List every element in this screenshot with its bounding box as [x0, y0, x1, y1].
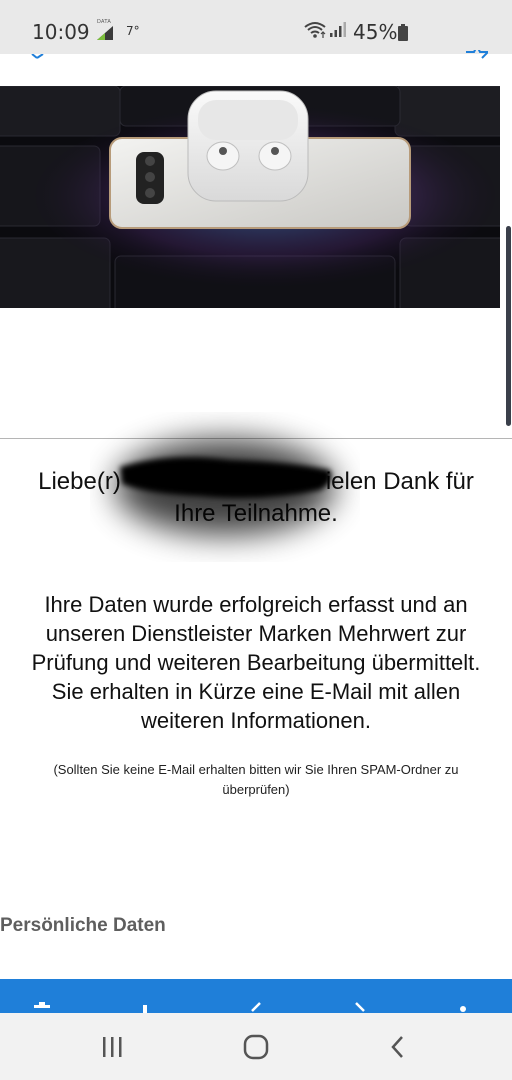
delete-icon[interactable] [30, 1001, 54, 1013]
recent-apps-button[interactable] [72, 1013, 152, 1080]
system-navigation-bar [0, 1013, 512, 1080]
earbuds-product-icon [0, 86, 500, 308]
back-chevron-icon [391, 1035, 403, 1058]
hero-image [0, 86, 500, 308]
recent-apps-icon [103, 1036, 122, 1057]
divider [0, 438, 512, 439]
status-temperature: 7° [126, 24, 140, 38]
section-title: Persönliche Daten [0, 915, 166, 936]
body-line: unseren Dienstleister Marken Mehrwert zu… [45, 621, 467, 646]
back-button[interactable] [358, 1013, 438, 1080]
app-header-partial [0, 54, 512, 86]
greeting-line-1: Liebe(r) ielen Dank für [10, 466, 502, 498]
greeting-line-2: Ihre Teilnahme. [174, 500, 338, 527]
greeting-prefix: Liebe(r) [38, 468, 121, 495]
body-line: Ihre Daten wurde erfolgreich erfasst und… [44, 592, 468, 617]
signal-icon [330, 22, 346, 37]
body-line: Sie erhalten in Kürze eine E-Mail mit al… [51, 679, 461, 704]
note-line: (Sollten Sie keine E-Mail erhalten bitte… [53, 762, 459, 777]
battery-icon [398, 24, 408, 41]
status-bar: 10:09 DATA 7° 45% [0, 0, 512, 54]
home-icon [243, 1034, 269, 1059]
thank-you-message: Liebe(r) ielen Dank für Ihre Teilnahme. [10, 466, 502, 530]
status-time: 10:09 [32, 20, 90, 44]
greeting-suffix: ielen Dank für [325, 468, 474, 495]
star-icon[interactable] [466, 50, 488, 60]
more-options-icon[interactable] [458, 1003, 468, 1013]
body-line: weiteren Informationen. [141, 708, 371, 733]
bookmark-icon[interactable] [138, 1003, 152, 1013]
spam-note: (Sollten Sie keine E-Mail erhalten bitte… [20, 760, 492, 800]
battery-percent: 45% [353, 20, 398, 44]
back-arrow-icon[interactable] [30, 54, 44, 60]
body-line: Prüfung und weiteren Bearbeitung übermit… [31, 650, 481, 675]
note-line: überprüfen) [222, 782, 290, 797]
home-button[interactable] [216, 1013, 296, 1080]
data-saver-icon [97, 26, 113, 40]
forward-icon[interactable] [352, 1001, 368, 1013]
scroll-indicator[interactable] [500, 86, 512, 426]
back-icon[interactable] [248, 1001, 264, 1013]
browser-toolbar [0, 979, 512, 1013]
confirmation-body: Ihre Daten wurde erfolgreich erfasst und… [4, 590, 508, 735]
wifi-icon [304, 22, 326, 38]
